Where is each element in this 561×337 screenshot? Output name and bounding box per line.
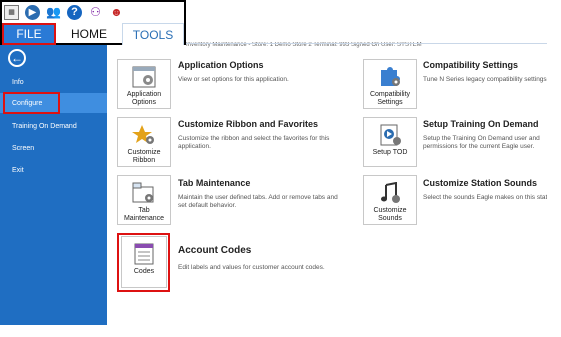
setup-tod-button[interactable]: Setup TOD: [363, 117, 417, 167]
people-icon[interactable]: 👥: [46, 5, 61, 20]
application-options-title: Application Options: [178, 60, 264, 70]
tile-label: Application Options: [126, 91, 162, 106]
customize-sounds-title: Customize Station Sounds: [423, 178, 538, 188]
customize-sounds-desc: Select the sounds Eagle makes on this st…: [423, 194, 549, 201]
nav-item-screen[interactable]: Screen: [0, 138, 107, 158]
setup-tod-desc: Setup the Training On Demand user and pe…: [423, 135, 540, 150]
ribbon-tabs: FILE HOME TOOLS: [2, 23, 184, 45]
music-note-icon: [378, 182, 402, 204]
compatibility-settings-desc: Tune N Series legacy compatibility setti…: [423, 76, 547, 83]
customize-ribbon-title: Customize Ribbon and Favorites: [178, 119, 319, 129]
application-options-button[interactable]: Application Options: [117, 59, 171, 109]
account-codes-title: Account Codes: [178, 245, 252, 256]
backstage-nav: ← Info Configure Training On Demand Scre…: [0, 45, 107, 327]
backstage-window: Inventory Maintenance - Store: 1 Demo St…: [0, 0, 549, 327]
tile-label: Setup TOD: [372, 149, 408, 156]
play-icon[interactable]: ▶: [25, 4, 40, 20]
ribbon-header: ▦ ▶ 👥 ? ⚇ ☻ FILE HOME TOOLS: [0, 0, 186, 45]
compatibility-settings-title: Compatibility Settings: [423, 60, 519, 70]
nav-item-exit[interactable]: Exit: [0, 160, 107, 180]
user-icon[interactable]: ☻: [109, 5, 124, 20]
tile-label: Customize Ribbon: [127, 149, 161, 164]
torn-edge-bottom: [0, 325, 561, 337]
tab-tools[interactable]: TOOLS: [122, 23, 184, 45]
multi-user-icon[interactable]: ⚇: [88, 5, 103, 20]
app-options-icon: [132, 66, 156, 88]
torn-edge-right: [547, 0, 561, 337]
quick-access-toolbar: ▦ ▶ 👥 ? ⚇ ☻: [4, 3, 124, 21]
setup-tod-title: Setup Training On Demand: [423, 119, 539, 129]
nav-item-info[interactable]: Info: [0, 72, 107, 92]
tab-maintenance-desc: Maintain the user defined tabs. Add or r…: [178, 194, 338, 209]
star-icon: [132, 124, 156, 146]
tab-file[interactable]: FILE: [2, 23, 56, 45]
tile-label: Customize Sounds: [373, 207, 407, 222]
customize-ribbon-desc: Customize the ribbon and select the favo…: [178, 135, 330, 150]
tile-label: Tab Maintenance: [123, 207, 165, 222]
tab-maintenance-title: Tab Maintenance: [178, 178, 251, 188]
codes-highlight: [117, 233, 170, 292]
grid-icon[interactable]: ▦: [4, 4, 19, 20]
back-arrow-icon[interactable]: ←: [8, 49, 26, 67]
ribbon-divider: [186, 43, 549, 44]
tab-icon: [132, 182, 156, 204]
compatibility-settings-button[interactable]: Compatibility Settings: [363, 59, 417, 109]
configure-highlight: [3, 92, 60, 114]
tod-icon: [378, 124, 402, 146]
tab-maintenance-button[interactable]: Tab Maintenance: [117, 175, 171, 225]
nav-item-training-on-demand[interactable]: Training On Demand: [0, 116, 107, 136]
application-options-desc: View or set options for this application…: [178, 76, 289, 83]
account-codes-desc: Edit labels and values for customer acco…: [178, 264, 325, 271]
puzzle-icon: [378, 66, 402, 88]
tile-label: Compatibility Settings: [369, 91, 411, 106]
customize-ribbon-button[interactable]: Customize Ribbon: [117, 117, 171, 167]
help-icon[interactable]: ?: [67, 4, 82, 20]
customize-sounds-button[interactable]: Customize Sounds: [363, 175, 417, 225]
tab-home[interactable]: HOME: [56, 23, 122, 45]
